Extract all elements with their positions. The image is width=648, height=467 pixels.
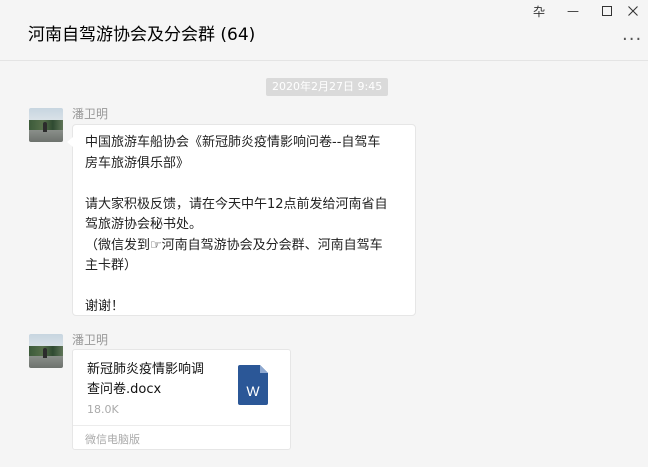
file-name-line: 查问卷.docx (87, 382, 162, 397)
sender-avatar[interactable] (29, 334, 63, 368)
message-blank-line (85, 174, 407, 195)
file-source-label: 微信电脑版 (85, 433, 140, 446)
message-line: 驾旅游协会秘书处。 (85, 217, 203, 232)
divider (73, 425, 290, 426)
message-blank-line (85, 277, 407, 298)
message-text: 中国旅游车船协会《新冠肺炎疫情影响问卷--自驾车 房车旅游俱乐部》 请大家积极反… (85, 133, 407, 318)
message-line: （微信发到☞河南自驾游协会及分会群、河南自驾车 (85, 237, 383, 253)
sender-avatar[interactable] (29, 108, 63, 142)
sender-name: 潘卫明 (72, 333, 109, 347)
message-line: 主卡群） (85, 258, 138, 273)
minimize-button[interactable]: — (556, 0, 590, 22)
chat-title: 河南自驾游协会及分会群 (64) (28, 25, 256, 45)
sender-name: 潘卫明 (72, 107, 109, 121)
maximize-icon (602, 6, 612, 16)
file-attachment-card[interactable]: 新冠肺炎疫情影响调 查问卷.docx 18.0K W 微信电脑版 (72, 349, 291, 450)
word-icon-letter: W (246, 383, 260, 399)
message-line: 房车旅游俱乐部》 (85, 155, 190, 171)
close-button[interactable] (618, 0, 648, 22)
message-line: 谢谢！ (85, 299, 125, 314)
text-message-bubble[interactable]: 中国旅游车船协会《新冠肺炎疫情影响问卷--自驾车 房车旅游俱乐部》 请大家积极反… (67, 124, 416, 318)
file-size: 18.0K (87, 403, 119, 416)
message-line: 中国旅游车船协会《新冠肺炎疫情影响问卷--自驾车 (85, 135, 381, 150)
word-document-icon: W (238, 365, 268, 405)
message-line: 请大家积极反馈，请在今天中午12点前发给河南省自 (85, 196, 388, 212)
more-options-button[interactable]: ... (622, 26, 642, 44)
pin-window-button[interactable]: 卆 (522, 0, 556, 22)
file-name-line: 新冠肺炎疫情影响调 (87, 362, 205, 377)
file-name: 新冠肺炎疫情影响调 查问卷.docx (87, 360, 227, 400)
message-timestamp: 2020年2月27日 9:45 (266, 78, 389, 96)
chat-header: 河南自驾游协会及分会群 (64) 卆 — ... (0, 0, 648, 61)
chat-window: 河南自驾游协会及分会群 (64) 卆 — ... 2020年2月27日 9:45… (0, 0, 648, 467)
close-icon (628, 6, 638, 16)
